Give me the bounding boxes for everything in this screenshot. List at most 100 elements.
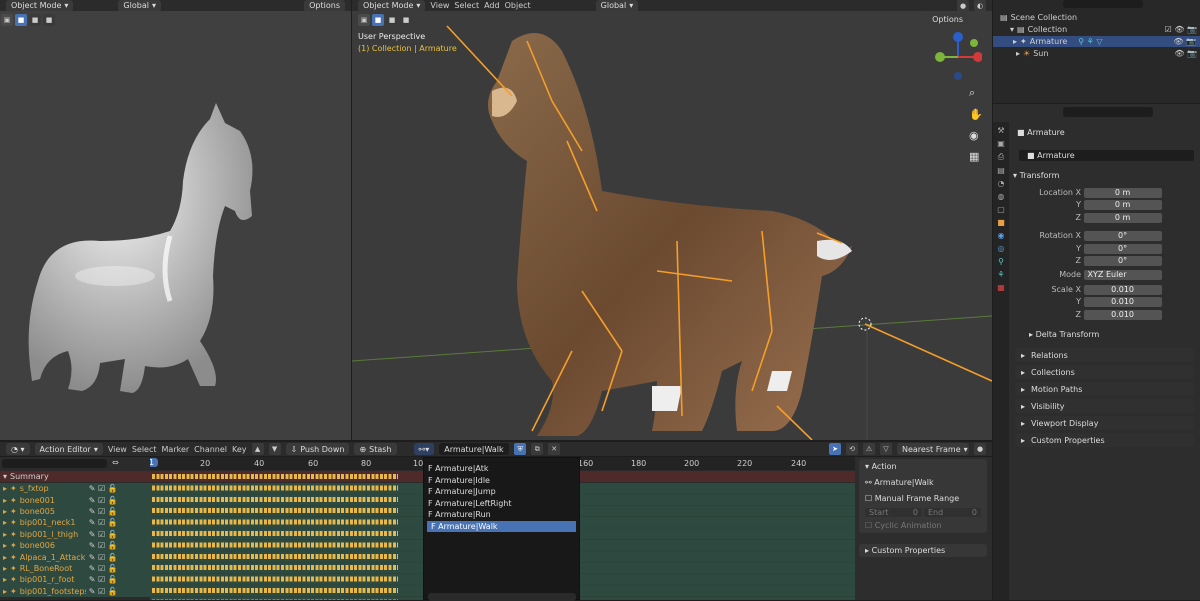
- main-viewport[interactable]: ▣ ■ ■ ■ Options User Perspective (1) Collec…: [352, 11, 992, 440]
- transform-panel-header[interactable]: ▾ Transform: [1013, 168, 1198, 182]
- ae-menu-key[interactable]: Key: [232, 445, 247, 454]
- checkbox-icon[interactable]: ☑ 👁 📷: [1165, 25, 1197, 34]
- outliner-item-armature[interactable]: ▸ ✦ Armature ⚲ ⚘ ▽ 👁 📷: [993, 36, 1200, 48]
- data-tab-icon[interactable]: ▦: [997, 283, 1005, 292]
- constraints-tab-icon[interactable]: ⚘: [997, 270, 1004, 279]
- properties-search-input[interactable]: [1063, 107, 1153, 117]
- zoom-icon[interactable]: ⌕: [969, 86, 983, 100]
- left-viewport[interactable]: ▣ ■ ■ ■: [0, 11, 351, 440]
- render-tab-icon[interactable]: ▣: [997, 139, 1005, 148]
- visibility-icon[interactable]: 👁 📷: [1174, 49, 1197, 58]
- warning-icon[interactable]: ⚠: [863, 443, 875, 455]
- fake-user-shield-icon[interactable]: ⛨: [514, 443, 527, 455]
- action-item-walk[interactable]: F Armature|Walk: [427, 520, 576, 532]
- shading-material-icon[interactable]: ◐: [974, 0, 986, 11]
- pan-hand-icon[interactable]: ✋: [969, 108, 983, 121]
- channel-row[interactable]: ▸ ✦ bone006 ✎ ☑ 🔓: [0, 539, 150, 552]
- left-mode-dropdown[interactable]: Object Mode ▾: [6, 0, 74, 11]
- stash-button[interactable]: ⊕ Stash: [354, 443, 397, 455]
- snap-mode-dropdown[interactable]: Nearest Frame ▾: [897, 443, 969, 455]
- close-icon[interactable]: ✕: [548, 443, 561, 455]
- channel-row[interactable]: ▸ ✦ bip001_r_foot ✎ ☑ 🔓: [0, 574, 150, 586]
- push-down-button[interactable]: ⇩ Push Down: [285, 443, 350, 455]
- channel-row[interactable]: ▸ ✦ bip001_l_thigh ✎ ☑ 🔓: [0, 528, 150, 540]
- sync-icon[interactable]: ⟲: [846, 443, 858, 455]
- end-frame-field[interactable]: End 0: [924, 508, 981, 517]
- relations-panel[interactable]: ▸ Relations: [1015, 348, 1194, 362]
- visibility-icon[interactable]: 👁 📷: [1173, 37, 1196, 46]
- manual-range-checkbox[interactable]: ☐ Manual Frame Range: [859, 491, 987, 506]
- main-mode-dropdown[interactable]: Object Mode ▾: [358, 0, 426, 11]
- outliner-item-scene-collection[interactable]: ▤ Scene Collection: [997, 12, 1077, 23]
- location-z-field[interactable]: 0 m: [1083, 212, 1162, 223]
- world-tab-icon[interactable]: ◍: [998, 192, 1005, 201]
- channel-row[interactable]: ▸ ✦ Alpaca_1_Attack ✎ ☑ 🔓: [0, 551, 150, 563]
- filter-icon[interactable]: ▽: [880, 443, 892, 455]
- rotation-y-field[interactable]: 0°: [1083, 243, 1162, 254]
- physics-tab-icon[interactable]: ⚲: [998, 257, 1004, 266]
- scale-x-field[interactable]: 0.010: [1083, 284, 1162, 295]
- outliner-item-sun[interactable]: ▸ ☀ Sun 👁 📷: [1013, 48, 1197, 59]
- delta-transform-header[interactable]: ▸ Delta Transform: [1029, 330, 1099, 339]
- channel-search-input[interactable]: [2, 459, 107, 468]
- action-item-jump[interactable]: F Armature|Jump: [424, 486, 579, 498]
- channel-toggles-icon[interactable]: ✎ ☑ 🔓: [89, 484, 118, 493]
- rotation-z-field[interactable]: 0°: [1083, 255, 1162, 266]
- action-panel-header[interactable]: ▾ Action: [859, 459, 987, 474]
- ae-menu-marker[interactable]: Marker: [162, 445, 190, 454]
- channel-toggles-icon[interactable]: ✎ ☑ 🔓: [89, 530, 118, 539]
- collection-tab-icon[interactable]: ▢: [997, 205, 1005, 214]
- ae-menu-select[interactable]: Select: [132, 445, 157, 454]
- current-frame-indicator[interactable]: 1: [150, 458, 159, 467]
- proportional-icon[interactable]: ●: [974, 443, 986, 455]
- editor-type-dropdown[interactable]: ◔ ▾: [6, 443, 30, 455]
- ae-menu-view[interactable]: View: [108, 445, 127, 454]
- custom-properties-panel[interactable]: ▸ Custom Properties: [1015, 433, 1194, 447]
- grid-icon[interactable]: ▦: [969, 150, 983, 163]
- channel-toggles-icon[interactable]: ✎ ☑ 🔓: [89, 587, 118, 596]
- output-tab-icon[interactable]: ⎙: [998, 152, 1004, 162]
- location-y-field[interactable]: 0 m: [1083, 200, 1162, 211]
- swap-icon[interactable]: ⇔: [112, 458, 119, 467]
- view-layer-tab-icon[interactable]: ▤: [997, 166, 1005, 175]
- main-menu-object[interactable]: Object: [505, 1, 531, 10]
- start-frame-field[interactable]: Start 0: [865, 508, 922, 517]
- action-item-leftright[interactable]: F Armature|LeftRight: [424, 498, 579, 510]
- main-transform-dropdown[interactable]: Global ▾: [595, 0, 639, 11]
- keyframes[interactable]: [152, 471, 398, 600]
- main-menu-view[interactable]: View: [430, 1, 449, 10]
- motion-paths-panel[interactable]: ▸ Motion Paths: [1015, 382, 1194, 396]
- channel-toggles-icon[interactable]: ✎ ☑ 🔓: [89, 496, 118, 505]
- channel-row[interactable]: ▸ ✦ bip001_neck1 ✎ ☑ 🔓: [0, 517, 150, 529]
- cyclic-animation-checkbox[interactable]: ☐ Cyclic Animation: [859, 519, 987, 532]
- visibility-panel[interactable]: ▸ Visibility: [1015, 399, 1194, 413]
- location-x-field[interactable]: 0 m: [1083, 188, 1162, 198]
- ae-menu-channel[interactable]: Channel: [194, 445, 227, 454]
- scale-y-field[interactable]: 0.010: [1083, 297, 1162, 308]
- viewport-display-panel[interactable]: ▸ Viewport Display: [1015, 416, 1194, 430]
- action-item-atk[interactable]: F Armature|Atk: [424, 463, 579, 475]
- scale-z-field[interactable]: 0.010: [1083, 309, 1162, 320]
- left-transform-dropdown[interactable]: Global ▾: [118, 0, 161, 11]
- action-item-run[interactable]: F Armature|Run: [424, 509, 579, 521]
- scene-tab-icon[interactable]: ◔: [998, 179, 1005, 188]
- rotation-mode-dropdown[interactable]: XYZ Euler: [1083, 270, 1162, 281]
- channel-toggles-icon[interactable]: ✎ ☑ 🔓: [89, 541, 118, 550]
- channel-row[interactable]: ▸ ✦ RL_BoneRoot ✎ ☑ 🔓: [0, 562, 150, 575]
- tool-tab-icon[interactable]: ⚒: [997, 126, 1004, 135]
- camera-icon[interactable]: ◉: [969, 129, 983, 142]
- main-menu-add[interactable]: Add: [484, 1, 500, 10]
- navigation-gizmo-icon[interactable]: [932, 31, 982, 81]
- outliner-item-collection[interactable]: ▾ ▤ Collection ☑ 👁 📷: [1007, 24, 1197, 35]
- outliner-search-input[interactable]: [1063, 0, 1143, 8]
- channel-toggles-icon[interactable]: ✎ ☑ 🔓: [89, 575, 118, 584]
- main-menu-select[interactable]: Select: [454, 1, 479, 10]
- action-browse-button[interactable]: ⚯▾: [413, 443, 435, 455]
- rotation-x-field[interactable]: 0°: [1083, 231, 1162, 242]
- particles-tab-icon[interactable]: ◎: [998, 244, 1005, 253]
- channel-toggles-icon[interactable]: ✎ ☑ 🔓: [89, 553, 118, 562]
- object-tab-icon[interactable]: ■: [997, 218, 1005, 227]
- action-editor-mode-dropdown[interactable]: Action Editor ▾: [34, 443, 103, 455]
- left-options-button[interactable]: Options: [304, 0, 345, 11]
- channel-toggles-icon[interactable]: ✎ ☑ 🔓: [89, 518, 118, 527]
